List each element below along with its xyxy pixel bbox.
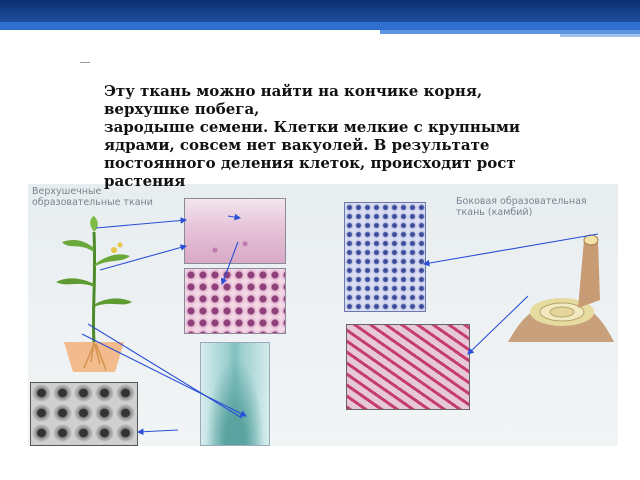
text-line: Эту ткань можно найти на кончике корня, xyxy=(104,82,483,100)
slide-text: Эту ткань можно найти на кончике корня, … xyxy=(104,82,624,190)
plant-illustration xyxy=(56,216,132,372)
text-line: ядрами, совсем нет вакуолей. В результат… xyxy=(104,136,490,154)
header-stripe xyxy=(0,22,640,30)
header-stripe-accent-light xyxy=(560,34,640,37)
text-line: постоянного деления клеток, происходит р… xyxy=(104,154,516,172)
cambium-micrograph xyxy=(346,324,470,410)
header-band xyxy=(0,0,640,22)
decorative-dash xyxy=(80,62,90,63)
meristem-figure: Верхушечные образовательные ткани Бокова… xyxy=(28,184,618,446)
tree-stump-illustration xyxy=(508,234,614,342)
meristem-cells-micrograph xyxy=(184,268,286,334)
stem-cross-section-micrograph xyxy=(344,202,426,312)
text-line: верхушке побега, xyxy=(104,100,260,118)
dividing-cells-micrograph xyxy=(30,382,138,446)
root-tip-micrograph xyxy=(200,342,270,446)
text-line: зародыше семени. Клетки мелкие с крупным… xyxy=(104,118,521,136)
lateral-meristem-label: Боковая образовательная ткань (камбий) xyxy=(456,196,587,218)
shoot-apex-micrograph xyxy=(184,198,286,264)
text-line: растения xyxy=(104,172,186,190)
